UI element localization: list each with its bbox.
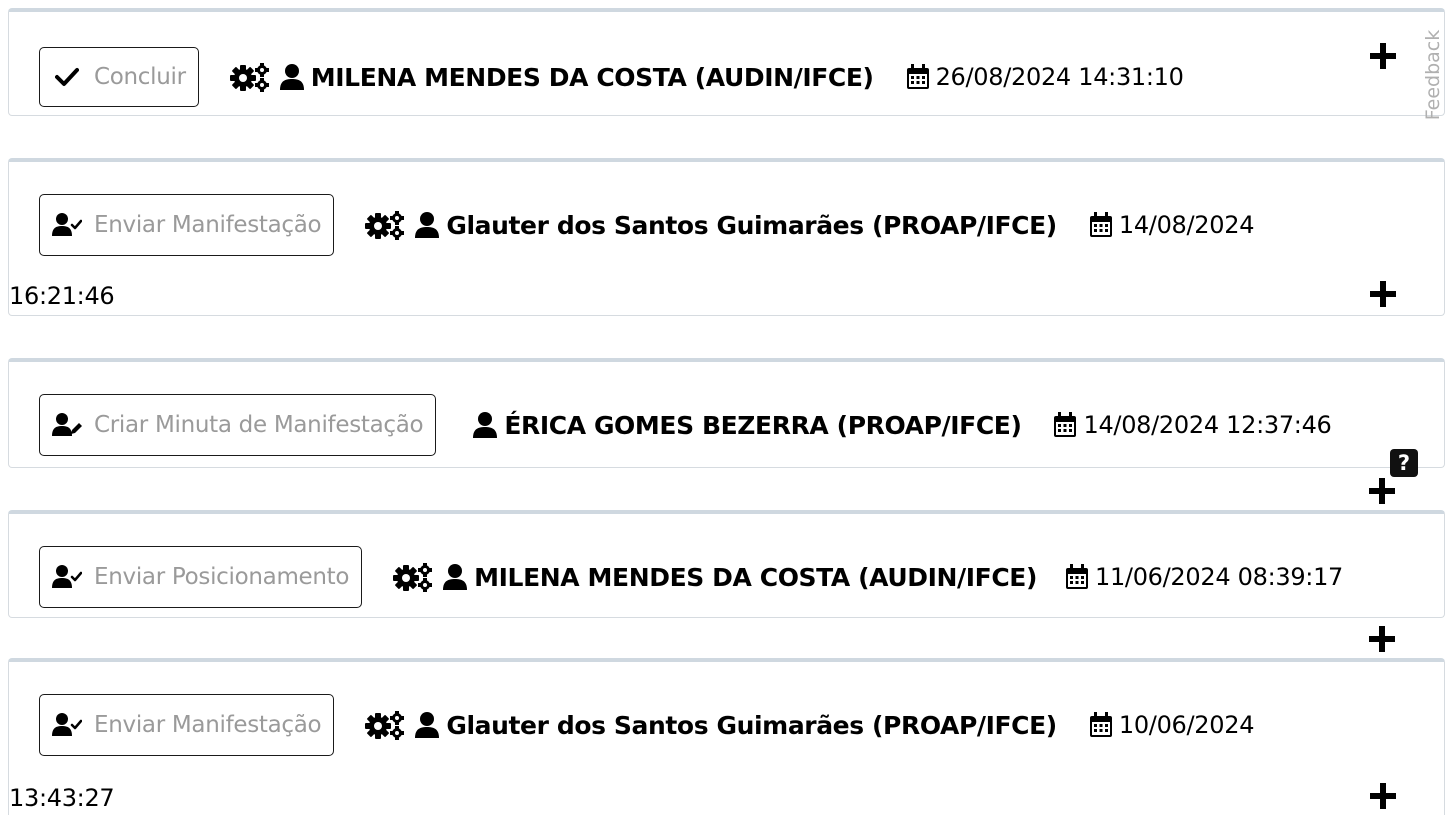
calendar-icon — [1053, 412, 1077, 438]
user-check-icon — [52, 710, 82, 740]
enviar-posicionamento-button-label: Enviar Posicionamento — [94, 564, 350, 590]
history-entry: Enviar Manifestação Glauter dos Santos G… — [8, 658, 1445, 815]
user-icon — [414, 210, 440, 240]
enviar-manifestacao-button[interactable]: Enviar Manifestação — [39, 194, 335, 256]
entry-author: ÉRICA GOMES BEZERRA (PROAP/IFCE) — [504, 410, 1022, 440]
calendar-icon — [906, 64, 930, 90]
concluir-button[interactable]: Concluir — [39, 47, 199, 107]
enviar-posicionamento-button[interactable]: Enviar Posicionamento — [39, 546, 363, 608]
calendar-icon — [1065, 564, 1089, 590]
criar-minuta-button-label: Criar Minuta de Manifestação — [94, 412, 424, 438]
history-entry: Concluir MILENA MENDES DA COSTA (AUDIN/I… — [8, 8, 1445, 120]
expand-plus-icon[interactable] — [1369, 42, 1397, 70]
entry-date: 14/08/2024 — [1118, 211, 1255, 239]
user-edit-icon — [52, 410, 82, 440]
expand-plus-icon[interactable] — [1368, 477, 1396, 505]
expand-plus-icon[interactable] — [1369, 280, 1397, 308]
entry-author: MILENA MENDES DA COSTA (AUDIN/IFCE) — [474, 562, 1037, 592]
entry-date: 14/08/2024 12:37:46 — [1083, 411, 1332, 439]
entry-time: 16:21:46 — [9, 282, 115, 310]
entry-time: 13:43:27 — [9, 784, 115, 812]
criar-minuta-button[interactable]: Criar Minuta de Manifestação — [39, 394, 437, 456]
entry-author: Glauter dos Santos Guimarães (PROAP/IFCE… — [446, 210, 1057, 240]
user-icon — [414, 710, 440, 740]
enviar-manifestacao-button[interactable]: Enviar Manifestação — [39, 694, 335, 756]
feedback-label: Feedback — [1422, 29, 1445, 120]
help-icon[interactable]: ? — [1390, 449, 1418, 477]
user-icon — [279, 62, 305, 92]
gears-icon — [364, 710, 406, 740]
gears-icon — [392, 562, 434, 592]
calendar-icon — [1089, 712, 1113, 738]
history-entry: Enviar Posicionamento MILENA MENDES DA C… — [8, 510, 1445, 618]
entry-date: 11/06/2024 08:39:17 — [1094, 563, 1344, 591]
user-icon — [472, 410, 498, 440]
entry-date: 26/08/2024 14:31:10 — [935, 63, 1184, 91]
gears-icon — [364, 210, 406, 240]
help-label: ? — [1397, 451, 1411, 475]
history-entry: Criar Minuta de Manifestação ÉRICA GOMES… — [8, 358, 1445, 468]
history-entry: Enviar Manifestação Glauter dos Santos G… — [8, 158, 1445, 316]
gears-icon — [229, 62, 271, 92]
enviar-manifestacao-button-label: Enviar Manifestação — [94, 712, 322, 738]
user-check-icon — [52, 210, 82, 240]
concluir-button-label: Concluir — [94, 64, 186, 90]
feedback-tab[interactable]: Feedback — [1422, 12, 1444, 137]
user-check-icon — [52, 562, 82, 592]
check-icon — [52, 62, 82, 92]
user-icon — [442, 562, 468, 592]
expand-plus-icon[interactable] — [1369, 782, 1397, 810]
entry-author: MILENA MENDES DA COSTA (AUDIN/IFCE) — [310, 62, 874, 92]
entry-date: 10/06/2024 — [1118, 711, 1255, 739]
expand-plus-icon[interactable] — [1368, 625, 1396, 653]
calendar-icon — [1089, 212, 1113, 238]
enviar-manifestacao-button-label: Enviar Manifestação — [94, 212, 322, 238]
entry-author: Glauter dos Santos Guimarães (PROAP/IFCE… — [446, 710, 1057, 740]
